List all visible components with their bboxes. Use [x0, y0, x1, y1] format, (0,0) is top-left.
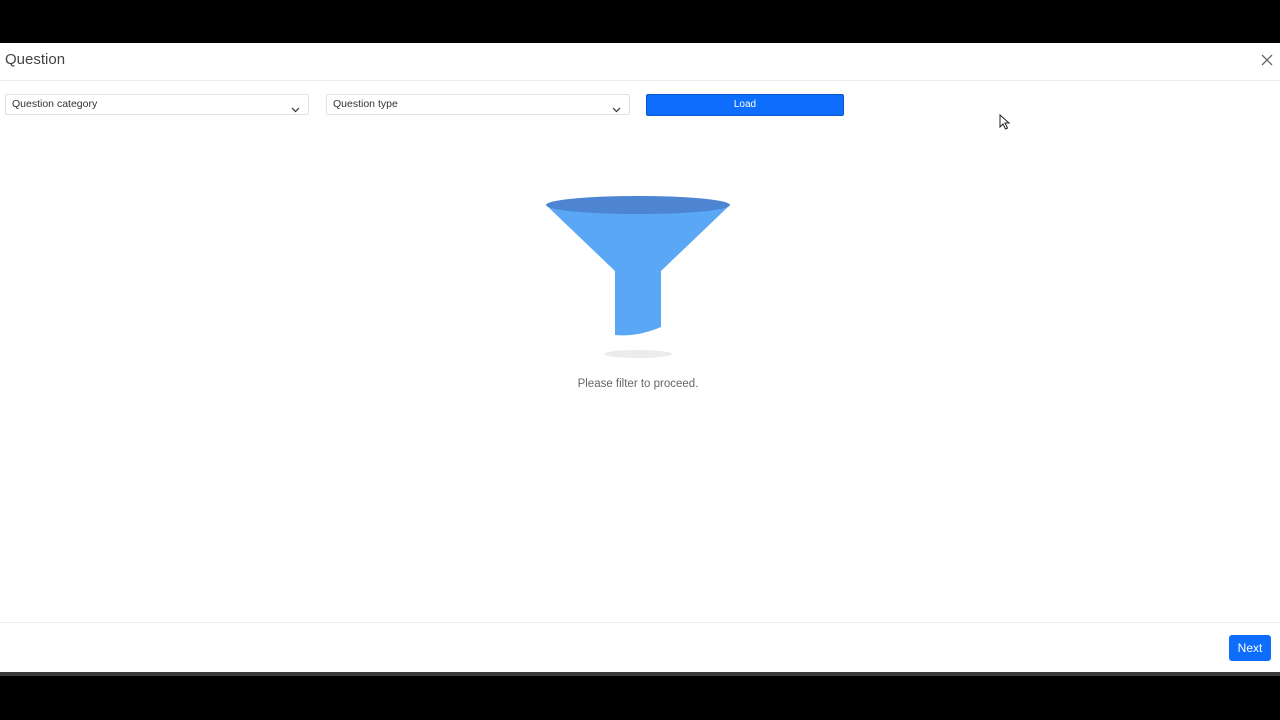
funnel-icon	[540, 189, 736, 364]
empty-state-message: Please filter to proceed.	[577, 378, 699, 390]
question-type-select[interactable]: Question type	[326, 94, 630, 115]
question-category-select[interactable]: Question category	[5, 94, 309, 115]
modal-footer: Next	[0, 622, 1280, 672]
next-button[interactable]: Next	[1229, 635, 1271, 661]
question-type-label: Question type	[333, 98, 398, 110]
modal-bottom-border	[0, 672, 1280, 676]
close-icon[interactable]	[1258, 51, 1276, 69]
filter-bar: Question category Question type Load	[0, 94, 1280, 116]
chevron-down-icon	[291, 101, 300, 113]
modal-header: Question	[0, 43, 1280, 81]
chevron-down-icon	[612, 101, 621, 113]
modal-title: Question	[5, 51, 66, 68]
load-button[interactable]: Load	[646, 94, 844, 116]
mouse-pointer-icon	[999, 113, 1011, 130]
question-category-label: Question category	[12, 98, 98, 110]
question-modal: Question Question category Question type…	[0, 43, 1280, 672]
